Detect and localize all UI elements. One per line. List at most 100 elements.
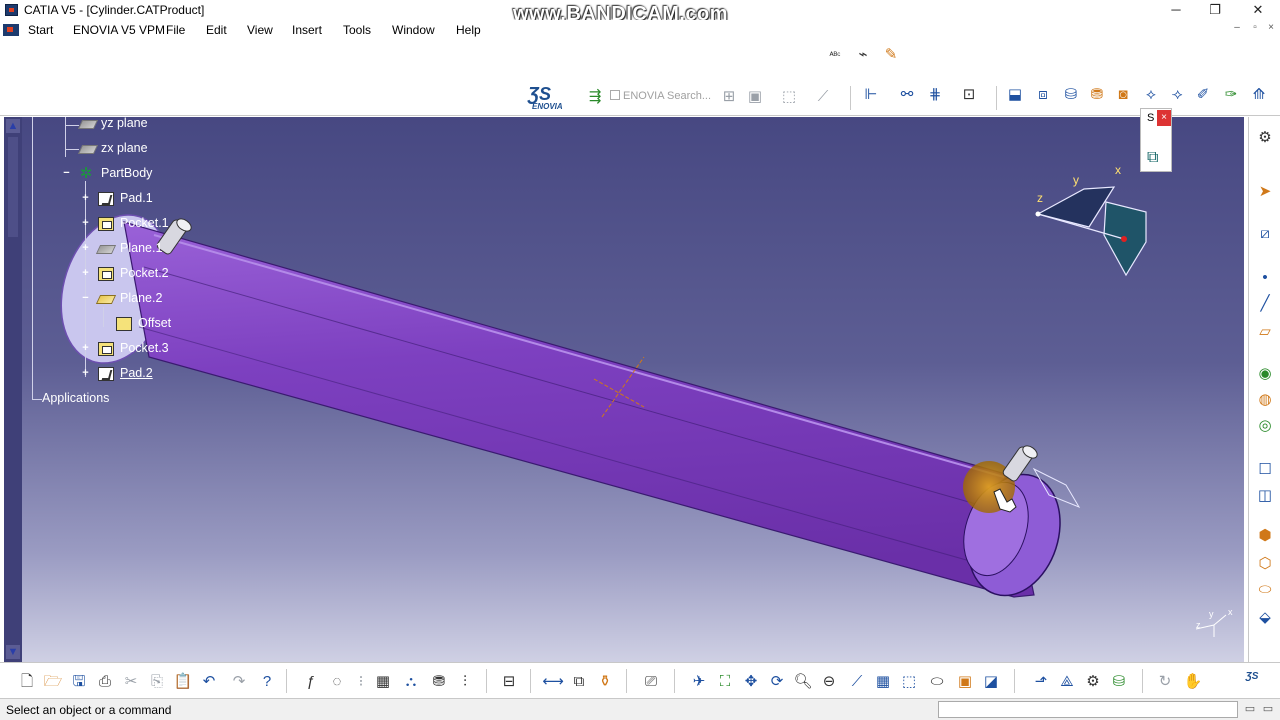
curvature-analysis-icon[interactable]: ⚙ bbox=[1082, 671, 1104, 693]
previous-command-icon[interactable]: ▭ bbox=[1242, 701, 1258, 717]
hide-show-icon[interactable]: ⟡ bbox=[1140, 84, 1162, 106]
undo-icon[interactable]: ↶ bbox=[198, 671, 220, 693]
print-icon[interactable]: ⎙ bbox=[94, 671, 116, 693]
fly-icon[interactable]: ✈ bbox=[688, 671, 710, 693]
enovia-lock-icon[interactable]: ⬚ bbox=[778, 86, 800, 108]
tools-list-icon[interactable]: ⫶ bbox=[454, 671, 476, 693]
command-input[interactable] bbox=[938, 701, 1238, 718]
measure-inertia-icon[interactable]: ⚱ bbox=[594, 671, 616, 693]
parameter-icon[interactable]: ⁝ bbox=[350, 671, 372, 693]
zoom-out-icon[interactable]: ⊖ bbox=[818, 671, 840, 693]
next-command-icon[interactable]: ▭ bbox=[1260, 701, 1276, 717]
collapse-icon[interactable]: − bbox=[61, 168, 72, 179]
point-icon[interactable]: • bbox=[1254, 267, 1276, 289]
expand-icon[interactable]: + bbox=[80, 343, 91, 354]
apply-material-icon[interactable]: ⛁ bbox=[1108, 671, 1130, 693]
catia-logo-icon[interactable]: ƷS bbox=[1232, 666, 1272, 688]
render-style-icon[interactable]: ⬭ bbox=[926, 671, 948, 693]
menu-view[interactable]: View bbox=[247, 23, 273, 37]
enovia-check-icon[interactable]: ⟋ bbox=[812, 86, 834, 108]
fly-mode-icon[interactable]: ⌁ bbox=[852, 44, 874, 66]
law-icon[interactable]: ⛬ bbox=[400, 671, 422, 693]
catalog-icon[interactable]: ⛃ bbox=[428, 671, 450, 693]
floating-toolbar[interactable]: S × ⧉ bbox=[1140, 108, 1172, 172]
scroll-up-arrow-icon[interactable]: ▲ bbox=[6, 119, 20, 133]
draft-analysis-icon[interactable]: ⟁ bbox=[1056, 671, 1078, 693]
expand-icon[interactable]: + bbox=[80, 243, 91, 254]
sketcher-analysis-icon[interactable]: ⬏ bbox=[1030, 671, 1052, 693]
floating-toolbar-close-button[interactable]: × bbox=[1157, 110, 1171, 126]
capture-icon[interactable]: ⎚ bbox=[640, 671, 662, 693]
copy-icon[interactable]: ⎘ bbox=[146, 671, 168, 693]
snap-icon[interactable]: ⊟ bbox=[498, 671, 520, 693]
snap-point-icon[interactable]: ⊡ bbox=[958, 84, 980, 106]
enovia-save-icon[interactable]: ▣ bbox=[744, 86, 766, 108]
doc-close-button[interactable]: × bbox=[1262, 22, 1280, 38]
menu-help[interactable]: Help bbox=[456, 23, 481, 37]
formula-icon[interactable]: ƒ bbox=[300, 671, 322, 693]
expand-icon[interactable]: + bbox=[80, 368, 91, 379]
pad-tool-icon[interactable]: ◉ bbox=[1254, 363, 1276, 385]
select-arrow-icon[interactable]: ➤ bbox=[1254, 181, 1276, 203]
scroll-down-arrow-icon[interactable]: ▼ bbox=[6, 645, 20, 659]
fit-all-in-icon[interactable]: ⬓ bbox=[1004, 84, 1026, 106]
tree-scrollbar[interactable]: ▲ ▼ bbox=[4, 117, 22, 662]
menu-edit[interactable]: Edit bbox=[206, 23, 227, 37]
normal-view-icon[interactable]: ⧈ bbox=[1032, 84, 1054, 106]
redo-icon[interactable]: ↷ bbox=[228, 671, 250, 693]
apply-material-icon[interactable]: ✑ bbox=[1220, 84, 1242, 106]
render-icon[interactable]: ⟰ bbox=[1248, 84, 1270, 106]
shaft-tool-icon[interactable]: ◎ bbox=[1254, 415, 1276, 437]
expand-icon[interactable]: + bbox=[80, 268, 91, 279]
menu-window[interactable]: Window bbox=[392, 23, 435, 37]
draft-icon[interactable]: ⬙ bbox=[1254, 607, 1276, 629]
compass-toolbar-icon[interactable]: ⚯ bbox=[896, 84, 918, 106]
menu-start[interactable]: Start bbox=[28, 23, 53, 37]
minimize-button[interactable]: ─ bbox=[1154, 0, 1198, 20]
iso-view-icon[interactable]: ⬚ bbox=[898, 671, 920, 693]
hide-show-icon[interactable]: ▣ bbox=[954, 671, 976, 693]
swap-space-icon[interactable]: ◪ bbox=[980, 671, 1002, 693]
measure-item-icon[interactable]: ⧉ bbox=[568, 671, 590, 693]
graphic-properties-icon[interactable]: ✎ bbox=[880, 44, 902, 66]
pan-icon[interactable]: ✥ bbox=[740, 671, 762, 693]
expand-icon[interactable]: + bbox=[80, 218, 91, 229]
settings-gear-icon[interactable]: ⚙ bbox=[1254, 127, 1276, 149]
menu-insert[interactable]: Insert bbox=[292, 23, 322, 37]
multi-view-icon[interactable]: ⛁ bbox=[1060, 84, 1082, 106]
thread-icon[interactable]: ⬭ bbox=[1254, 579, 1276, 601]
manipulation-icon[interactable]: ✋ bbox=[1182, 671, 1204, 693]
pen-icon[interactable]: ✐ bbox=[1192, 84, 1214, 106]
update-icon[interactable]: ↻ bbox=[1154, 671, 1176, 693]
pocket-tool-icon[interactable]: ◍ bbox=[1254, 389, 1276, 411]
line-icon[interactable]: ╱ bbox=[1254, 293, 1276, 315]
collapse-icon[interactable]: − bbox=[80, 293, 91, 304]
edge-fillet-icon[interactable]: ☐ bbox=[1254, 459, 1276, 481]
compass-icon[interactable] bbox=[1035, 186, 1147, 277]
rotate-icon[interactable]: ⟳ bbox=[766, 671, 788, 693]
menu-enovia-vpm[interactable]: ENOVIA V5 VPM bbox=[73, 23, 165, 37]
shading-icon[interactable]: ⛃ bbox=[1086, 84, 1108, 106]
restore-button[interactable]: ❐ bbox=[1193, 0, 1237, 20]
thickness-icon[interactable]: ⬡ bbox=[1254, 553, 1276, 575]
whats-this-icon[interactable]: ? bbox=[256, 671, 278, 693]
close-button[interactable]: ✕ bbox=[1236, 0, 1280, 20]
enovia-logo[interactable]: ƷS ENOVIA bbox=[526, 84, 574, 112]
design-table-icon[interactable]: ▦ bbox=[372, 671, 394, 693]
menu-file[interactable]: File bbox=[166, 23, 185, 37]
shell-icon[interactable]: ⬢ bbox=[1254, 525, 1276, 547]
enovia-search[interactable]: ENOVIA Search... bbox=[610, 90, 711, 102]
expand-icon[interactable]: + bbox=[80, 193, 91, 204]
abc-text-icon[interactable]: ᴬᴮᶜ bbox=[824, 44, 846, 66]
part-design-icon[interactable]: ⧉ bbox=[1147, 149, 1158, 167]
vpm-navigator-icon[interactable]: ⇶ bbox=[584, 86, 606, 108]
enovia-search-checkbox[interactable] bbox=[610, 90, 620, 100]
save-icon[interactable]: 🖫 bbox=[68, 671, 90, 693]
multi-view-icon[interactable]: ▦ bbox=[872, 671, 894, 693]
sketcher-icon[interactable]: ⧄ bbox=[1254, 223, 1276, 245]
zoom-in-icon[interactable]: 🔍︎ bbox=[792, 671, 814, 693]
enovia-grid-icon[interactable]: ⊞ bbox=[718, 86, 740, 108]
sketch-analysis-icon[interactable]: ⊩ bbox=[860, 84, 882, 106]
menu-tools[interactable]: Tools bbox=[343, 23, 371, 37]
doc-minimize-button[interactable]: – bbox=[1228, 22, 1246, 38]
